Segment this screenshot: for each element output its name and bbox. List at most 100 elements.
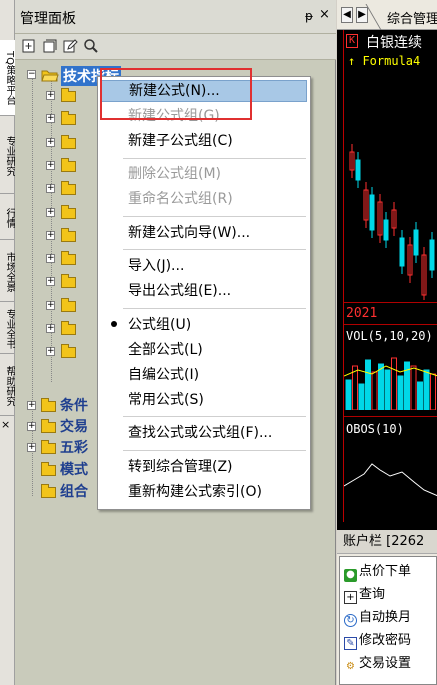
scroll-left-icon[interactable]: ◀ [341,7,353,23]
folder-icon [61,297,76,312]
account-item-label: 点价下单 [359,564,412,579]
account-bar-title: 账户栏 [2262 [337,530,437,554]
chart-panel: ◀ ▶ 综合管理 K 白银连续 ↑ Formula4 2021 VOL(5,10… [337,0,437,685]
axis-line [344,416,437,417]
axis-line [344,324,437,325]
panel-title: 管理面板 [20,11,76,27]
checked-bullet-icon [111,321,117,327]
volume-bars [344,357,437,410]
folder-icon [61,134,76,149]
folder-icon [41,398,56,412]
menu-item-delete-group[interactable]: 删除公式组(M) [101,163,307,185]
menu-item-common-formulas[interactable]: 常用公式(S) [101,389,307,411]
volume-bar [391,357,397,410]
account-item-label: 交易设置 [359,656,412,671]
account-item-auto-roll[interactable]: ↻ 自动换月 [344,608,411,628]
folder-icon [61,321,76,335]
year-label: 2021 [346,306,378,321]
account-menu-list: ● 点价下单 + 查询 ↻ 自动换月 ✎ 修改密码 ⚙ 交易设置 [339,556,437,685]
edit-icon[interactable] [62,38,78,54]
open-folder-icon [41,70,59,82]
kline-chart[interactable]: K 白银连续 ↑ Formula4 2021 VOL(5,10,20) OBOS… [343,30,437,522]
tree-group-label[interactable]: 交易 [60,416,88,436]
tree-child-expander[interactable]: + [46,137,55,147]
menu-item-import[interactable]: 导入(J)... [101,255,307,277]
tree-group-label[interactable]: 组合 [60,481,88,501]
tree-group-label[interactable]: 模式 [60,459,88,479]
tree-child-expander[interactable]: + [46,277,55,287]
tab-comprehensive-management[interactable]: 综合管理 [387,8,437,27]
account-item-change-password[interactable]: ✎ 修改密码 [344,631,411,651]
vtab-research[interactable]: 专业研究 [0,118,15,194]
tree-root-expander[interactable]: − [27,70,36,79]
scroll-right-icon[interactable]: ▶ [356,7,368,23]
tree-child-expander[interactable]: + [46,114,55,124]
vtab-help[interactable]: 帮助研究 [0,356,15,416]
account-item-trade-settings[interactable]: ⚙ 交易设置 [344,654,411,674]
account-item-order[interactable]: ● 点价下单 [344,562,411,582]
menu-separator [123,216,306,217]
tree-group-expander[interactable]: + [27,422,36,431]
tree-child-expander[interactable]: + [46,160,55,170]
folder-icon [61,111,76,126]
folder-icon [61,204,76,219]
folder-icon [61,251,76,266]
folder-icon [61,227,76,242]
menu-separator [123,308,306,309]
folder-icon [41,484,56,498]
pin-icon[interactable]: ᵽ [305,9,313,23]
tree-child-expander[interactable]: + [46,254,55,264]
menu-item-rename-group[interactable]: 重命名公式组(R) [101,188,307,210]
volume-bar [410,365,417,410]
menu-item-new-sub-group[interactable]: 新建子公式组(C) [101,130,307,152]
tree-child-expander[interactable]: + [46,91,55,100]
candlestick-series [349,144,435,300]
tree-child-expander[interactable]: + [46,324,55,333]
menu-item-export-group[interactable]: 导出公式组(E)... [101,280,307,302]
account-item-query[interactable]: + 查询 [344,585,385,605]
gear-icon: ⚙ [346,661,355,672]
volume-bar [378,363,384,410]
volume-bar [358,383,365,410]
new-group-icon[interactable] [41,38,57,54]
tree-child-expander[interactable]: + [46,230,55,240]
menu-item-custom-formulas[interactable]: 自编公式(I) [101,364,307,386]
close-icon[interactable]: × [319,7,330,22]
management-panel: 管理面板 ᵽ × − 技术指标 + + + + + + + + + + + + + 条件 + 交易 +… [15,0,336,685]
menu-item-find[interactable]: 查找公式或公式组(F)... [101,422,307,444]
menu-item-formula-wizard[interactable]: 新建公式向导(W)... [101,222,307,244]
folder-icon [61,157,76,172]
vtab-quotes[interactable]: 行情 [0,196,15,240]
tree-child-expander[interactable]: + [46,300,55,310]
tree-group-expander[interactable]: + [27,401,36,410]
vertical-tab-strip: TQ策略平台 专业研究 行情 市场全景 专业全书 帮助研究 × [0,0,15,685]
axis-line [344,302,437,303]
vtab-market-overview[interactable]: 市场全景 [0,242,15,302]
tab-strip-close-icon[interactable]: × [1,418,10,431]
menu-item-all-formulas[interactable]: 全部公式(L) [101,339,307,361]
tree-child-expander[interactable]: + [46,184,55,194]
menu-item-goto-management[interactable]: 转到综合管理(Z) [101,456,307,478]
menu-item-rebuild-index[interactable]: 重新构建公式索引(O) [101,481,307,503]
volume-bar [345,379,352,410]
vtab-tq-platform[interactable]: TQ策略平台 [0,40,15,116]
tree-group-expander[interactable]: + [27,443,36,452]
folder-icon [41,440,56,454]
chart-tab-bar: ◀ ▶ 综合管理 [337,0,437,30]
new-formula-icon[interactable] [21,38,37,54]
tree-child-expander[interactable]: + [46,207,55,217]
tree-group-label[interactable]: 五彩 [60,437,88,457]
folder-icon [41,419,56,433]
menu-item-formula-group-view[interactable]: 公式组(U) [101,314,307,336]
panel-title-bar: 管理面板 ᵽ × [15,0,336,34]
stock-title: 白银连续 [366,35,422,51]
volume-bar [384,369,391,410]
edit-pencil-icon: ✎ [344,637,357,650]
tree-group-label[interactable]: 条件 [60,395,88,415]
vtab-book[interactable]: 专业全书 [0,304,15,354]
formula-label: ↑ Formula4 [348,54,421,68]
menu-separator [123,450,306,451]
search-icon[interactable] [83,38,99,54]
tree-child-expander[interactable]: + [46,347,55,357]
refresh-icon: ↻ [344,614,357,627]
